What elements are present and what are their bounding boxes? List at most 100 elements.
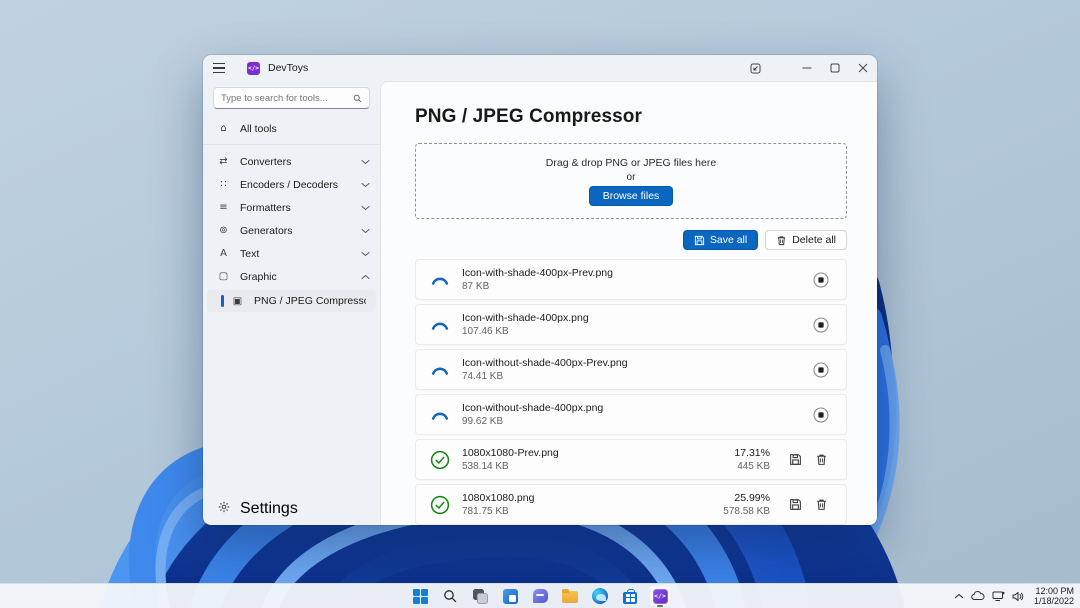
formatters-icon: ≡ xyxy=(217,202,230,213)
cancel-compression-button[interactable] xyxy=(812,406,830,424)
settings-label: Settings xyxy=(240,500,370,518)
graphic-icon: ▢ xyxy=(217,271,230,282)
save-file-button[interactable] xyxy=(786,496,804,514)
drop-zone[interactable]: Drag & drop PNG or JPEG files here or Br… xyxy=(415,143,847,219)
text-icon: A xyxy=(217,248,230,259)
sidebar-item-generators[interactable]: ⊚ Generators xyxy=(203,219,380,242)
file-explorer-icon[interactable] xyxy=(559,585,581,607)
widgets-icon[interactable] xyxy=(499,585,521,607)
taskbar-search-icon[interactable] xyxy=(439,585,461,607)
sidebar-item-all-tools[interactable]: ⌂ All tools xyxy=(203,117,380,140)
chevron-icon xyxy=(361,274,370,280)
stop-icon xyxy=(813,362,829,378)
trash-icon xyxy=(815,453,828,466)
chevron-icon xyxy=(361,205,370,211)
delete-file-button[interactable] xyxy=(812,496,830,514)
sidebar-item-converters[interactable]: ⇄ Converters xyxy=(203,150,380,173)
file-name: Icon-with-shade-400px.png xyxy=(462,312,812,325)
file-list: Icon-with-shade-400px-Prev.png 87 KB Ico… xyxy=(415,259,847,525)
file-original-size: 781.75 KB xyxy=(462,505,723,518)
sidebar-item-formatters[interactable]: ≡ Formatters xyxy=(203,196,380,219)
trash-icon xyxy=(815,498,828,511)
file-name: Icon-without-shade-400px.png xyxy=(462,402,812,415)
sidebar-nav: ⌂ All tools ⇄ Converters ∷ Encoders / De… xyxy=(203,117,380,497)
tray-date: 1/18/2022 xyxy=(1034,596,1074,607)
delete-all-button[interactable]: Delete all xyxy=(765,230,847,250)
progress-spinner-icon xyxy=(430,315,450,335)
success-check-icon xyxy=(430,450,450,470)
sidebar-item-text[interactable]: A Text xyxy=(203,242,380,265)
sidebar: ⌂ All tools ⇄ Converters ∷ Encoders / De… xyxy=(203,81,380,525)
file-row: Icon-without-shade-400px.png 99.62 KB xyxy=(415,394,847,435)
sidebar-item-settings[interactable]: Settings xyxy=(203,497,380,520)
tool-search-box[interactable] xyxy=(213,87,370,109)
compression-stats: 25.99% 578.58 KB xyxy=(723,492,770,518)
start-icon[interactable] xyxy=(409,585,431,607)
devtoys-taskbar-icon[interactable]: </> xyxy=(649,585,671,607)
task-view-icon[interactable] xyxy=(469,585,491,607)
sidebar-item-encoders-decoders[interactable]: ∷ Encoders / Decoders xyxy=(203,173,380,196)
trash-icon xyxy=(776,235,787,246)
save-all-button[interactable]: Save all xyxy=(683,230,758,250)
file-original-size: 538.14 KB xyxy=(462,460,734,473)
file-row: Icon-with-shade-400px.png 107.46 KB xyxy=(415,304,847,345)
cancel-compression-button[interactable] xyxy=(812,316,830,334)
content-panel: PNG / JPEG Compressor Drag & drop PNG or… xyxy=(380,81,877,525)
compressor-icon: ▣ xyxy=(231,296,244,307)
gear-icon xyxy=(217,501,230,516)
success-check-icon xyxy=(430,495,450,515)
file-original-size: 74.41 KB xyxy=(462,370,812,383)
chevron-icon xyxy=(361,182,370,188)
tray-time: 12:00 PM xyxy=(1034,586,1074,597)
file-name: Icon-without-shade-400px-Prev.png xyxy=(462,357,812,370)
display-network-icon[interactable] xyxy=(992,591,1005,602)
browse-files-button[interactable]: Browse files xyxy=(589,186,674,206)
store-icon[interactable] xyxy=(619,585,641,607)
save-file-button[interactable] xyxy=(786,451,804,469)
file-name: Icon-with-shade-400px-Prev.png xyxy=(462,267,812,280)
compact-overlay-button[interactable] xyxy=(741,55,769,81)
cancel-compression-button[interactable] xyxy=(812,361,830,379)
compressed-size: 578.58 KB xyxy=(723,505,770,518)
dropzone-or-text: or xyxy=(627,172,636,183)
titlebar: </> DevToys xyxy=(203,55,877,81)
delete-file-button[interactable] xyxy=(812,451,830,469)
save-icon xyxy=(789,453,802,466)
home-icon: ⌂ xyxy=(217,123,230,134)
taskbar-clock[interactable]: 12:00 PM 1/18/2022 xyxy=(1031,586,1074,607)
close-button[interactable] xyxy=(849,55,877,81)
sidebar-item-png-jpeg-compressor[interactable]: ▣ PNG / JPEG Compressor xyxy=(207,290,376,312)
search-icon xyxy=(353,93,362,104)
chat-icon[interactable] xyxy=(529,585,551,607)
file-original-size: 99.62 KB xyxy=(462,415,812,428)
compression-percent: 17.31% xyxy=(734,447,770,460)
progress-spinner-icon xyxy=(430,405,450,425)
chevron-icon xyxy=(361,251,370,257)
save-icon xyxy=(694,235,705,246)
edge-icon[interactable] xyxy=(589,585,611,607)
converters-icon: ⇄ xyxy=(217,156,230,167)
search-input[interactable] xyxy=(221,93,353,104)
compression-stats: 17.31% 445 KB xyxy=(734,447,770,473)
save-icon xyxy=(789,498,802,511)
encoders-icon: ∷ xyxy=(217,179,230,190)
chevron-icon xyxy=(361,228,370,234)
cancel-compression-button[interactable] xyxy=(812,271,830,289)
chevron-up-icon[interactable] xyxy=(954,592,964,600)
file-original-size: 87 KB xyxy=(462,280,812,293)
hamburger-menu-icon[interactable] xyxy=(213,59,237,77)
file-name: 1080x1080-Prev.png xyxy=(462,447,734,460)
file-name: 1080x1080.png xyxy=(462,492,723,505)
stop-icon xyxy=(813,407,829,423)
sidebar-item-graphic[interactable]: ▢ Graphic xyxy=(203,265,380,288)
maximize-button[interactable] xyxy=(821,55,849,81)
onedrive-cloud-icon[interactable] xyxy=(971,591,985,601)
file-row: 1080x1080.png 781.75 KB 25.99% 578.58 KB xyxy=(415,484,847,525)
devtoys-logo-icon: </> xyxy=(247,62,260,75)
generators-icon: ⊚ xyxy=(217,225,230,236)
taskbar: </> 12:00 PM 1/18/2022 xyxy=(0,583,1080,608)
progress-spinner-icon xyxy=(430,270,450,290)
devtoys-window: </> DevToys ⌂ All tools ⇄ Converters xyxy=(203,55,877,525)
speaker-icon[interactable] xyxy=(1012,591,1024,602)
minimize-button[interactable] xyxy=(793,55,821,81)
